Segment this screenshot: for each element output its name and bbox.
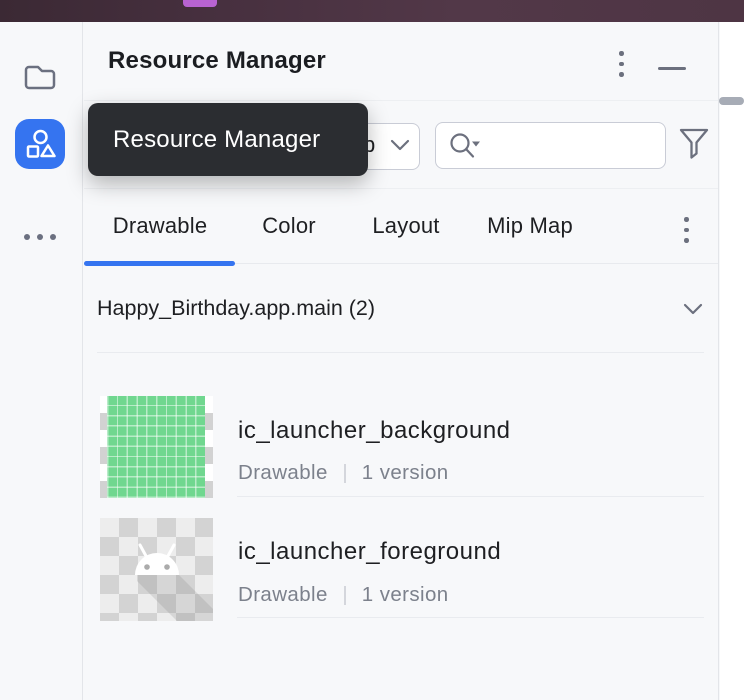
panel-header: Resource Manager bbox=[84, 22, 718, 101]
minimize-icon bbox=[658, 66, 686, 70]
tooltip: Resource Manager bbox=[88, 103, 368, 176]
scrollbar-thumb[interactable] bbox=[719, 97, 744, 105]
panel-options-kebab-button[interactable] bbox=[615, 47, 628, 81]
chevron-down-icon bbox=[389, 138, 411, 152]
resource-manager-icon bbox=[24, 128, 56, 160]
resource-version-count: 1 version bbox=[361, 583, 449, 606]
resource-group-title: Happy_Birthday.app.main (2) bbox=[97, 296, 376, 320]
divider bbox=[237, 617, 704, 618]
robot-shadow bbox=[137, 575, 213, 621]
titlebar-accent-pill bbox=[183, 0, 217, 7]
kebab-menu-icon bbox=[619, 51, 624, 56]
meta-separator bbox=[343, 463, 346, 483]
kebab-menu-icon bbox=[684, 217, 689, 222]
tab-drawable[interactable]: Drawable bbox=[113, 213, 208, 239]
more-tool-windows-button[interactable] bbox=[15, 212, 65, 262]
search-input[interactable] bbox=[490, 134, 655, 157]
resource-meta: Drawable 1 version bbox=[238, 461, 449, 485]
tab-mipmap[interactable]: Mip Map bbox=[487, 213, 573, 239]
resource-type: Drawable bbox=[238, 461, 328, 484]
more-dots-icon bbox=[24, 234, 56, 240]
resource-thumbnail-green-grid bbox=[100, 396, 213, 498]
editor-edge-strip bbox=[720, 22, 744, 700]
divider bbox=[237, 496, 704, 497]
tooltip-text: Resource Manager bbox=[113, 125, 321, 153]
project-tool-button[interactable] bbox=[15, 52, 65, 102]
search-field bbox=[435, 122, 666, 169]
resource-manager-tool-button[interactable] bbox=[15, 119, 65, 169]
filter-funnel-icon bbox=[678, 127, 710, 161]
resource-name: ic_launcher_foreground bbox=[238, 538, 502, 565]
resource-meta: Drawable 1 version bbox=[238, 583, 449, 607]
more-tabs-kebab-button[interactable] bbox=[680, 213, 693, 247]
panel-title: Resource Manager bbox=[108, 47, 326, 74]
tab-color[interactable]: Color bbox=[262, 213, 316, 239]
resource-thumbnail-android-robot bbox=[100, 518, 213, 621]
resource-version-count: 1 version bbox=[361, 461, 449, 484]
meta-separator bbox=[343, 585, 346, 605]
chevron-down-icon bbox=[683, 302, 703, 316]
resource-type: Drawable bbox=[238, 583, 328, 606]
tool-window-stripe bbox=[0, 22, 83, 700]
window-titlebar bbox=[0, 0, 744, 22]
search-icon[interactable] bbox=[448, 131, 482, 161]
tab-layout[interactable]: Layout bbox=[372, 213, 439, 239]
filter-button[interactable] bbox=[678, 127, 710, 161]
resource-type-tabs: Drawable Color Layout Mip Map bbox=[84, 189, 718, 266]
divider bbox=[97, 352, 704, 353]
resource-group-header[interactable]: Happy_Birthday.app.main (2) bbox=[84, 265, 719, 352]
resource-name: ic_launcher_background bbox=[238, 417, 511, 444]
folder-icon bbox=[23, 62, 57, 92]
resource-list: Happy_Birthday.app.main (2) ic_launcher_… bbox=[84, 265, 719, 700]
hide-panel-button[interactable] bbox=[658, 52, 688, 74]
